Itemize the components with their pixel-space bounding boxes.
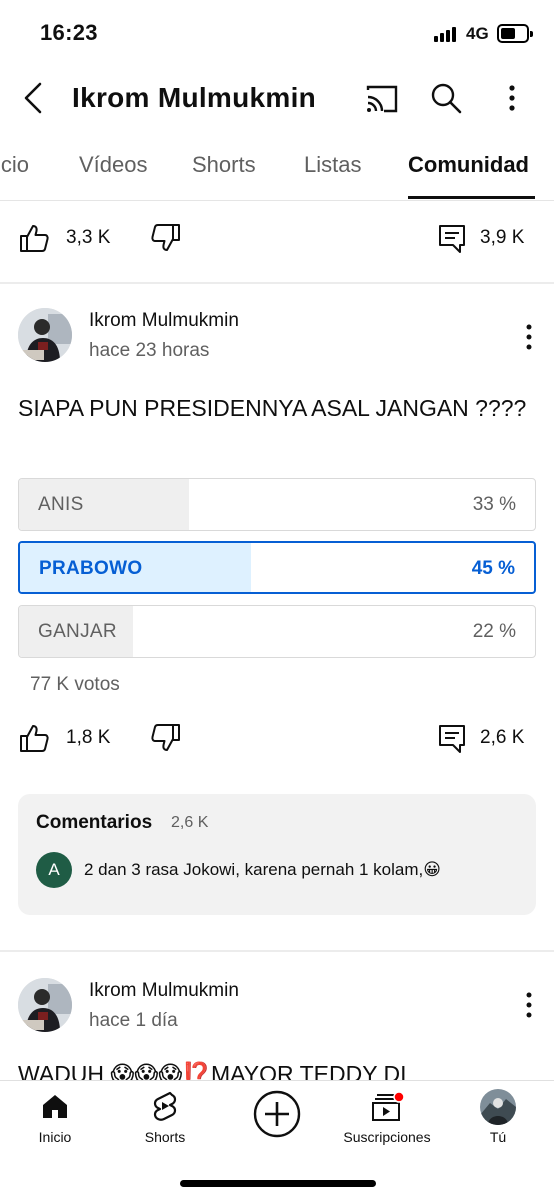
poll-option-label: ANIS [38, 494, 84, 515]
poll-option-percent: 22 % [472, 621, 516, 642]
poll-option-percent: 33 % [472, 494, 516, 515]
search-icon[interactable] [428, 80, 464, 116]
nav-suscripciones[interactable]: Suscripciones [337, 1081, 437, 1161]
author-avatar-image [18, 978, 72, 1032]
active-tab-indicator [408, 196, 535, 199]
comments-count: 2,6 K [171, 814, 209, 831]
post-more-icon[interactable] [518, 990, 540, 1020]
comment-icon[interactable] [436, 722, 468, 754]
channel-tabs: icio Vídeos Shorts Listas Comunidad [0, 132, 554, 201]
post-text: WADUH 😱😱😱⁉️MAYOR TEDDY DI [18, 1061, 407, 1080]
nav-label: Inicio [38, 1129, 72, 1145]
author-avatar[interactable] [18, 308, 72, 362]
nav-inicio[interactable]: Inicio [15, 1081, 95, 1161]
post-actions: 1,8 K 2,6 K [0, 712, 554, 772]
tab-comunidad[interactable]: Comunidad [408, 152, 529, 178]
post-text: SIAPA PUN PRESIDENNYA ASAL JANGAN ???? [18, 395, 527, 421]
tab-shorts[interactable]: Shorts [192, 152, 256, 178]
network-type: 4G [466, 24, 489, 43]
post-author[interactable]: Ikrom Mulmukmin [89, 310, 239, 332]
post-more-icon[interactable] [518, 322, 540, 352]
tab-inicio[interactable]: icio [0, 152, 29, 178]
like-icon[interactable] [18, 722, 50, 754]
channel-title: Ikrom Mulmukmin [72, 82, 317, 113]
post-author[interactable]: Ikrom Mulmukmin [89, 980, 239, 1002]
nav-label: Shorts [144, 1129, 186, 1145]
like-count: 3,3 K [66, 227, 111, 248]
dislike-icon[interactable] [150, 722, 182, 754]
like-icon[interactable] [18, 222, 50, 254]
home-indicator [180, 1180, 376, 1187]
post-divider [0, 282, 554, 284]
subscriptions-icon [372, 1092, 405, 1121]
battery-icon [497, 24, 533, 43]
top-comment-text: 2 dan 3 rasa Jokowi, karena pernah 1 kol… [84, 860, 441, 879]
poll-option[interactable]: ANIS 33 % [18, 478, 536, 531]
prev-post-actions: 3,3 K 3,9 K [0, 212, 554, 272]
app-header: Ikrom Mulmukmin [0, 66, 554, 132]
status-time: 16:23 [40, 20, 98, 45]
nav-tu[interactable]: Tú [458, 1081, 538, 1161]
post-timestamp: hace 1 día [89, 1010, 178, 1031]
poll-option[interactable]: PRABOWO 45 % [18, 541, 536, 594]
comments-title: Comentarios [36, 812, 153, 833]
status-bar: 16:23 4G [0, 0, 554, 66]
poll-option-label: GANJAR [38, 621, 117, 642]
post-divider [0, 950, 554, 952]
comment-icon[interactable] [436, 222, 468, 254]
profile-avatar [480, 1089, 516, 1125]
poll-option-percent: 45 % [471, 558, 515, 579]
comment-count: 3,9 K [480, 227, 525, 248]
nav-label: Suscripciones [343, 1129, 431, 1145]
like-count: 1,8 K [66, 727, 111, 748]
poll-option-label: PRABOWO [39, 558, 143, 579]
comments-preview[interactable]: Comentarios 2,6 K A 2 dan 3 rasa Jokowi,… [18, 794, 536, 915]
author-avatar-image [18, 308, 72, 362]
nav-label: Tú [489, 1129, 507, 1145]
create-icon [253, 1090, 301, 1138]
poll-option[interactable]: GANJAR 22 % [18, 605, 536, 658]
comment-count: 2,6 K [480, 727, 525, 748]
tab-listas[interactable]: Listas [304, 152, 361, 178]
cast-icon[interactable] [364, 81, 400, 115]
back-arrow-icon[interactable] [20, 80, 50, 116]
author-avatar[interactable] [18, 978, 72, 1032]
tab-videos[interactable]: Vídeos [79, 152, 148, 178]
nav-create[interactable] [237, 1081, 317, 1161]
nav-shorts[interactable]: Shorts [125, 1081, 205, 1161]
poll-vote-count: 77 K votos [30, 674, 120, 695]
shorts-icon [153, 1091, 177, 1121]
home-icon [43, 1095, 67, 1118]
commenter-avatar: A [36, 852, 72, 888]
post-timestamp: hace 23 horas [89, 340, 210, 361]
dislike-icon[interactable] [150, 222, 182, 254]
signal-strength-icon [434, 26, 460, 42]
more-options-icon[interactable] [500, 82, 524, 114]
